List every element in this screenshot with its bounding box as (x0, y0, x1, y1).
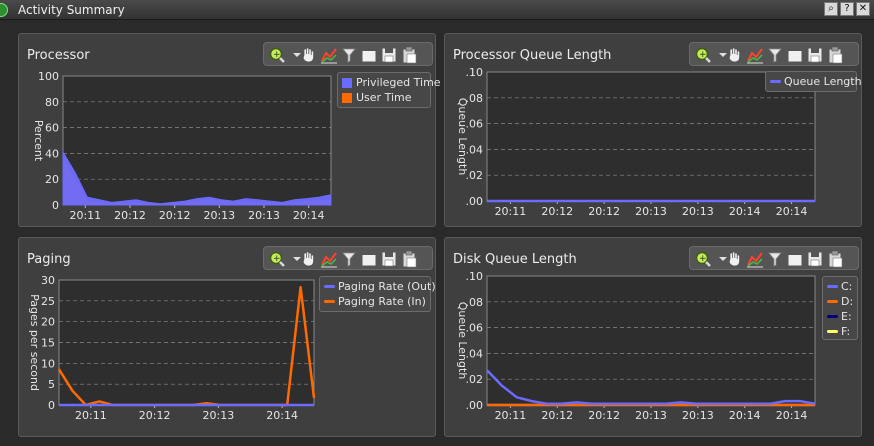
x-tick-label: 20:12 (114, 209, 146, 222)
legend-label: E: (841, 310, 852, 323)
y-tick-label: 100 (38, 70, 59, 83)
y-tick-label: 15 (41, 337, 55, 350)
processor-queue-panel: Processor Queue Length + .10.08.06.04.02… (444, 33, 862, 227)
y-tick-label: 10 (41, 357, 55, 370)
disk-queue-chart: .10.08.06.04.02.0020:11 20:12 20:12 20:13 20… (456, 270, 816, 422)
legend-swatch (827, 315, 838, 318)
y-tick-label: 25 (41, 295, 55, 308)
legend-label: C: (841, 280, 853, 293)
legend-swatch (827, 285, 838, 288)
chart-legend: Paging Rate (Out) Paging Rate (In) (319, 276, 436, 312)
legend-swatch (324, 285, 335, 288)
x-tick-label: 20:11 (495, 205, 527, 218)
x-tick-label: 20:14 (293, 209, 325, 222)
x-tick-label: 20:11 (69, 209, 101, 222)
chart-legend: C: D: E: F: (822, 276, 858, 340)
legend-label: D: (841, 295, 854, 308)
paging-chart: 30 25 20 15 10 5 0 20:11 20:12 20:13 20:14 Pages pe… (28, 274, 316, 422)
x-tick-label: 20:12 (588, 205, 620, 218)
zoom-window-icon[interactable]: ⌕ (824, 2, 838, 16)
y-axis-label: Queue Length (456, 302, 469, 380)
y-tick-label: .00 (466, 195, 484, 208)
x-tick-label: 20:14 (729, 409, 761, 422)
x-tick-label: 20:11 (495, 409, 527, 422)
legend-label: F: (841, 325, 851, 338)
processor-panel: Processor + 100 80 60 40 20 0 20:11 20:12 20:12 2… (18, 33, 441, 227)
x-tick-label: 20:14 (776, 205, 808, 218)
app-icon (0, 3, 8, 17)
y-tick-label: 80 (45, 96, 59, 109)
legend-label: User Time (356, 91, 412, 104)
legend-label: Queue Length (784, 75, 862, 88)
y-tick-label: 0 (52, 199, 59, 212)
y-tick-label: 0 (48, 399, 55, 412)
y-axis-label: Percent (32, 120, 45, 162)
x-tick-label: 20:14 (729, 205, 761, 218)
legend-label: Privileged Time (356, 76, 441, 89)
disk-queue-panel: Disk Queue Length + .10.08.06.04.02.00 20… (444, 237, 862, 437)
y-tick-label: 30 (41, 274, 55, 287)
processor-queue-chart: .10.08.06.04.02.0020:11 20:12 20:12 20:13 20… (456, 66, 816, 218)
legend-swatch (827, 300, 838, 303)
y-axis-label: Queue Length (456, 98, 469, 176)
plot-area[interactable] (62, 75, 332, 206)
x-tick-label: 20:13 (682, 205, 714, 218)
x-tick-label: 20:13 (635, 205, 667, 218)
legend-swatch (324, 300, 335, 303)
x-tick-label: 20:13 (203, 209, 235, 222)
y-axis-label: Pages per second (28, 294, 41, 391)
plot-area[interactable] (486, 275, 816, 406)
chart-legend: Queue Length (765, 71, 862, 92)
legend-swatch (827, 330, 838, 333)
y-tick-label: 5 (48, 378, 55, 391)
close-button[interactable]: ✕ (856, 2, 870, 16)
y-tick-label: .00 (466, 399, 484, 412)
x-tick-label: 20:12 (588, 409, 620, 422)
processor-chart: 100 80 60 40 20 0 20:11 20:12 20:12 20:13 20:13 20:… (32, 70, 332, 222)
legend-label: Paging Rate (Out) (338, 280, 436, 293)
help-button[interactable]: ? (840, 2, 854, 16)
y-tick-label: 40 (45, 147, 59, 160)
window-titlebar: Activity Summary ⌕ ? ✕ (0, 0, 874, 20)
y-tick-label: 20 (41, 316, 55, 329)
x-tick-label: 20:13 (635, 409, 667, 422)
y-tick-label: 20 (45, 173, 59, 186)
x-tick-label: 20:12 (541, 205, 573, 218)
y-tick-label: .10 (466, 66, 484, 79)
x-tick-label: 20:12 (139, 409, 171, 422)
x-tick-label: 20:14 (776, 409, 808, 422)
x-tick-label: 20:13 (203, 409, 235, 422)
legend-swatch (342, 78, 352, 88)
x-tick-label: 20:12 (541, 409, 573, 422)
x-tick-label: 20:12 (159, 209, 191, 222)
legend-swatch (342, 93, 352, 103)
y-tick-label: 60 (45, 122, 59, 135)
y-tick-label: .10 (466, 270, 484, 283)
x-tick-label: 20:14 (266, 409, 298, 422)
window-title: Activity Summary (18, 3, 125, 17)
legend-swatch (770, 80, 781, 83)
x-tick-label: 20:13 (682, 409, 714, 422)
chart-legend: Privileged Time User Time (337, 72, 441, 108)
legend-label: Paging Rate (In) (338, 295, 426, 308)
paging-panel: Paging + 30 25 20 15 10 5 0 20:11 20:12 20:13 20:1… (18, 237, 436, 437)
x-tick-label: 20:13 (248, 209, 280, 222)
x-tick-label: 20:11 (75, 409, 107, 422)
